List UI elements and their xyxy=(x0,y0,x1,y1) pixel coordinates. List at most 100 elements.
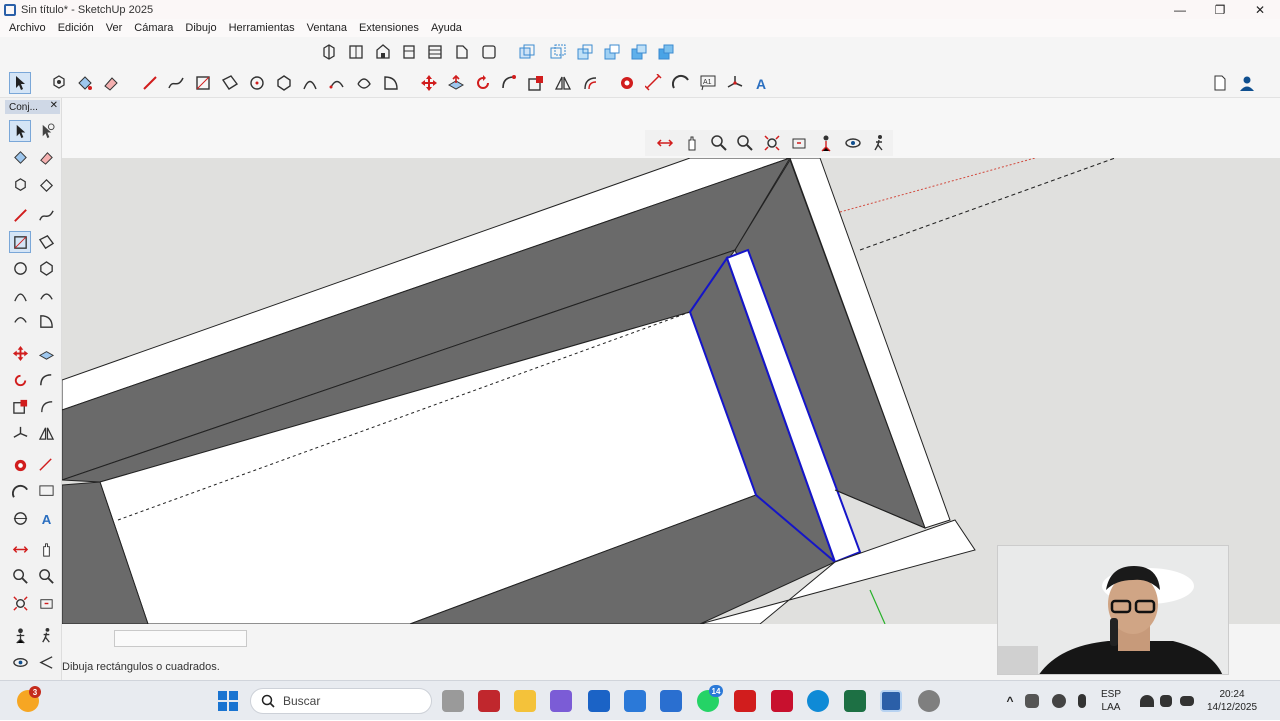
shaded-style-icon[interactable] xyxy=(628,41,650,63)
menu-edicion[interactable]: Edición xyxy=(52,22,100,34)
sketchup-taskbar-icon[interactable] xyxy=(880,690,902,712)
edge-icon[interactable] xyxy=(807,690,829,712)
menu-ventana[interactable]: Ventana xyxy=(301,22,353,34)
dimension-tool-icon[interactable] xyxy=(643,72,665,94)
show-hidden-icons-icon[interactable]: ^ xyxy=(999,690,1021,712)
zoom-window-icon[interactable] xyxy=(734,132,756,154)
minimize-button[interactable]: — xyxy=(1160,0,1200,19)
start-button-icon[interactable] xyxy=(217,690,239,712)
previous-view-icon[interactable] xyxy=(788,132,810,154)
position-camera-icon[interactable] xyxy=(9,624,31,646)
select-icon[interactable] xyxy=(9,120,31,142)
rotate-tool-icon[interactable] xyxy=(472,72,494,94)
hidden-line-style-icon[interactable] xyxy=(601,41,623,63)
look-around-icon[interactable] xyxy=(9,651,31,673)
offset-tool-icon[interactable] xyxy=(35,395,57,417)
dimension-tool-icon[interactable] xyxy=(35,454,57,476)
panel-close-button[interactable]: ✕ xyxy=(50,100,58,111)
wifi-icon[interactable] xyxy=(1140,695,1154,707)
scale-tool-icon[interactable] xyxy=(9,395,31,417)
section-plane-display-icon[interactable] xyxy=(35,651,57,673)
paint-bucket-icon[interactable] xyxy=(74,72,96,94)
circle-tool-icon[interactable] xyxy=(246,72,268,94)
protractor-icon[interactable] xyxy=(9,481,31,503)
polygon-tool-icon[interactable] xyxy=(273,72,295,94)
text-tool-icon[interactable] xyxy=(35,481,57,503)
flip-tool-icon[interactable] xyxy=(35,422,57,444)
task-view-icon[interactable] xyxy=(442,690,464,712)
clock[interactable]: 20:24 14/12/2025 xyxy=(1202,688,1262,714)
rectangle-tool-icon[interactable] xyxy=(192,72,214,94)
follow-me-icon[interactable] xyxy=(498,72,520,94)
textured-style-icon[interactable] xyxy=(655,41,677,63)
flip-tool-icon[interactable] xyxy=(552,72,574,94)
position-camera-icon[interactable] xyxy=(815,132,837,154)
orbit-icon[interactable] xyxy=(654,132,676,154)
menu-herramientas[interactable]: Herramientas xyxy=(223,22,301,34)
three-point-arc-icon[interactable] xyxy=(353,72,375,94)
front-view-icon[interactable] xyxy=(372,41,394,63)
circle-tool-icon[interactable] xyxy=(9,257,31,279)
axes-tool-icon[interactable] xyxy=(9,422,31,444)
line-tool-icon[interactable] xyxy=(139,72,161,94)
blue-app-icon[interactable] xyxy=(588,690,610,712)
eraser-icon[interactable] xyxy=(100,72,122,94)
close-button[interactable]: ✕ xyxy=(1240,0,1280,19)
settings-icon[interactable] xyxy=(918,690,940,712)
arc-tool-icon[interactable] xyxy=(9,284,31,306)
rotated-rectangle-icon[interactable] xyxy=(219,72,241,94)
antivirus-icon[interactable] xyxy=(478,690,500,712)
polygon-tool-icon[interactable] xyxy=(35,257,57,279)
eraser-icon[interactable] xyxy=(35,146,57,168)
move-tool-icon[interactable] xyxy=(9,342,31,364)
copilot-icon[interactable] xyxy=(550,690,572,712)
wireframe-style-icon[interactable] xyxy=(574,41,596,63)
sync-icon[interactable] xyxy=(1025,694,1039,708)
red-app-icon[interactable] xyxy=(734,690,756,712)
text-tool-icon[interactable]: A1 xyxy=(697,72,719,94)
rotate-tool-icon[interactable] xyxy=(9,369,31,391)
previous-view-icon[interactable] xyxy=(35,592,57,614)
microsoft-store-icon[interactable] xyxy=(624,690,646,712)
xray-style-icon[interactable] xyxy=(516,41,538,63)
push-pull-icon[interactable] xyxy=(445,72,467,94)
bottom-view-icon[interactable] xyxy=(478,41,500,63)
walk-icon[interactable] xyxy=(35,624,57,646)
menu-camara[interactable]: Cámara xyxy=(128,22,179,34)
maximize-button[interactable]: ❐ xyxy=(1200,0,1240,19)
excel-icon[interactable] xyxy=(844,690,866,712)
pdf-app-icon[interactable] xyxy=(771,690,793,712)
component-icon[interactable] xyxy=(9,174,31,196)
microphone-icon[interactable] xyxy=(1078,694,1086,708)
tape-measure-icon[interactable] xyxy=(9,454,31,476)
two-point-arc-icon[interactable] xyxy=(326,72,348,94)
tag-icon[interactable] xyxy=(35,174,57,196)
new-document-icon[interactable] xyxy=(1209,72,1231,94)
calculator-icon[interactable] xyxy=(660,690,682,712)
look-around-icon[interactable] xyxy=(842,132,864,154)
offset-tool-icon[interactable] xyxy=(579,72,601,94)
freehand-icon[interactable] xyxy=(35,204,57,226)
volume-icon[interactable] xyxy=(1160,695,1172,707)
push-pull-icon[interactable] xyxy=(35,342,57,364)
3d-text-icon[interactable]: A xyxy=(750,72,772,94)
rotated-rectangle-icon[interactable] xyxy=(35,231,57,253)
rectangle-tool-icon[interactable] xyxy=(9,231,31,253)
battery-icon[interactable] xyxy=(1180,696,1194,706)
measurements-box[interactable] xyxy=(114,630,247,647)
axes-tool-icon[interactable] xyxy=(724,72,746,94)
zoom-window-icon[interactable] xyxy=(35,565,57,587)
follow-me-icon[interactable] xyxy=(35,369,57,391)
two-point-arc-icon[interactable] xyxy=(35,284,57,306)
zoom-icon[interactable] xyxy=(9,565,31,587)
3d-text-icon[interactable]: A xyxy=(35,507,57,529)
iso-view-icon[interactable] xyxy=(318,41,340,63)
menu-ver[interactable]: Ver xyxy=(100,22,129,34)
back-edges-style-icon[interactable] xyxy=(547,41,569,63)
pie-tool-icon[interactable] xyxy=(380,72,402,94)
menu-dibujo[interactable]: Dibujo xyxy=(179,22,222,34)
walk-icon[interactable] xyxy=(868,132,890,154)
line-tool-icon[interactable] xyxy=(9,204,31,226)
three-point-arc-icon[interactable] xyxy=(9,310,31,332)
menu-ayuda[interactable]: Ayuda xyxy=(425,22,468,34)
